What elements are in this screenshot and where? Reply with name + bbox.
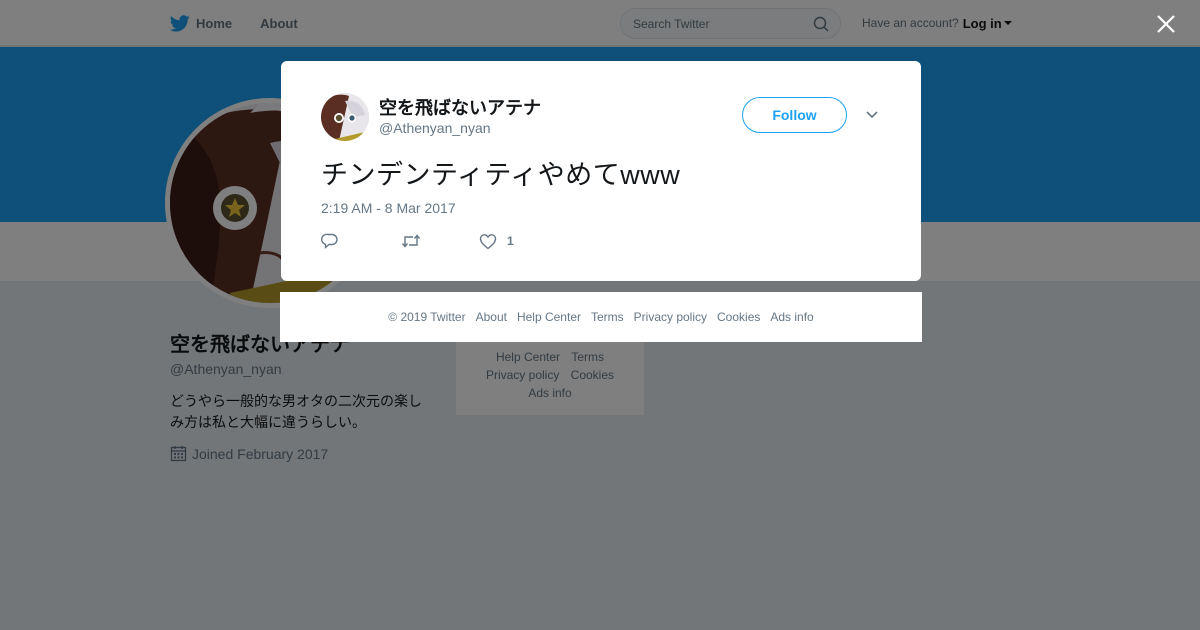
footer-privacy-link[interactable]: Privacy policy [634,310,707,324]
reply-button[interactable] [321,232,339,250]
footer-terms-link[interactable]: Terms [591,310,624,324]
footer-ads-info-link[interactable]: Ads info [770,310,813,324]
tweet-avatar[interactable] [321,93,369,141]
tweet-timestamp[interactable]: 2:19 AM - 8 Mar 2017 [321,200,456,216]
retweet-icon [401,234,421,248]
footer-cookies-link[interactable]: Cookies [717,310,760,324]
tweet-avatar-image [321,93,369,141]
tweet-actions: 1 [321,231,514,251]
footer-about-link[interactable]: About [476,310,507,324]
reply-icon [321,233,338,250]
footer-help-center-link[interactable]: Help Center [517,310,581,324]
retweet-button[interactable] [401,232,421,250]
follow-button[interactable]: Follow [742,97,847,133]
tweet-text: チンデンティティやめてwww [321,160,681,190]
heart-icon [479,233,497,249]
copyright-text: © 2019 Twitter [388,310,466,324]
tweet-author-name[interactable]: 空を飛ばないアテナ [379,94,541,120]
tweet-author-handle[interactable]: @Athenyan_nyan [379,120,491,136]
close-icon[interactable] [1155,13,1177,35]
tweet-modal: 空を飛ばないアテナ @Athenyan_nyan Follow チンデンティティ… [281,61,921,281]
chevron-down-icon[interactable] [865,110,879,120]
like-button[interactable]: 1 [479,233,514,250]
modal-footer: © 2019 Twitter About Help Center Terms P… [280,292,922,342]
like-count: 1 [507,234,514,248]
